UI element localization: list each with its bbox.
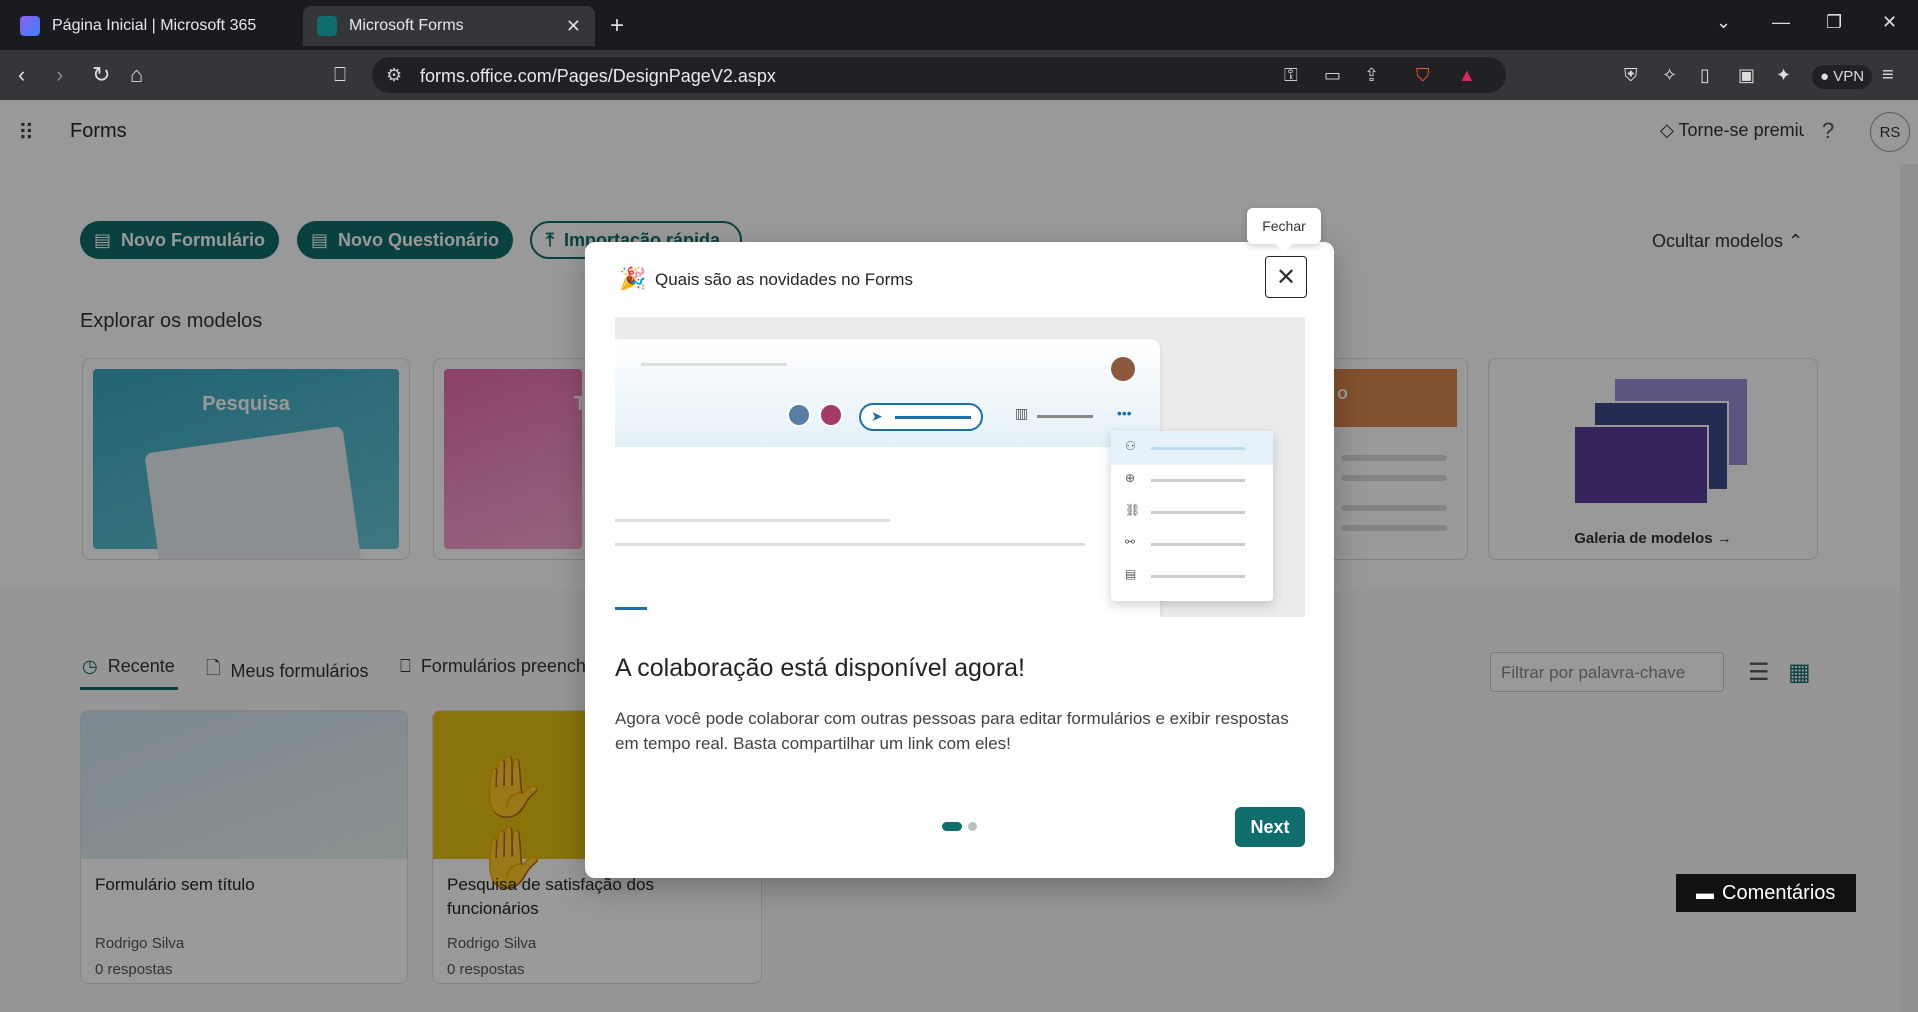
- browser-toolbar: ‹ › ↻ ⌂ ⎕ ⚙ forms.office.com/Pages/Desig…: [0, 50, 1918, 100]
- browser-tab-bar: Página Inicial | Microsoft 365 Microsoft…: [0, 0, 1918, 50]
- placeholder-line: [1151, 511, 1245, 514]
- collaboration-illustration: ➤ ▥ ••• ⚇ ⊕ ⛓ ⚯ ▤: [615, 317, 1305, 617]
- ublock-icon[interactable]: ⛨: [1624, 63, 1638, 87]
- leo-ai-icon[interactable]: ✦: [1776, 63, 1791, 87]
- people-icon: ⚇: [1125, 439, 1136, 453]
- comments-button[interactable]: ▬ Comentários: [1676, 874, 1856, 912]
- window-close-icon[interactable]: ✕: [1882, 12, 1897, 33]
- page-indicator: [942, 822, 977, 831]
- bookmark-icon[interactable]: ⎕: [334, 63, 346, 87]
- close-icon: ✕: [1275, 263, 1297, 291]
- placeholder-line: [1037, 415, 1093, 418]
- forward-icon[interactable]: ›: [56, 63, 63, 87]
- avatar-dot: [819, 403, 843, 427]
- password-key-icon[interactable]: ⚿: [1284, 65, 1298, 86]
- vpn-label: VPN: [1833, 68, 1865, 85]
- wallet-icon[interactable]: ▣: [1738, 63, 1755, 87]
- dialog-header: Quais são as novidades no Forms: [655, 270, 913, 289]
- restore-icon[interactable]: ❐: [1826, 12, 1842, 33]
- placeholder-line: [895, 416, 971, 419]
- placeholder-line: [1151, 575, 1245, 578]
- cast-icon[interactable]: ▭: [1324, 65, 1341, 86]
- share-icon[interactable]: ⇪: [1364, 65, 1379, 86]
- placeholder-line: [615, 519, 890, 522]
- extensions-icon[interactable]: ✧: [1662, 63, 1677, 87]
- template-icon: ▤: [1125, 567, 1137, 581]
- dialog-close-button[interactable]: ✕: [1265, 256, 1307, 298]
- placeholder-line: [615, 543, 1085, 546]
- party-popper-icon: 🎉: [619, 266, 647, 291]
- placeholder-line: [641, 363, 787, 366]
- mock-window: ➤ ▥ •••: [615, 339, 1160, 617]
- address-bar[interactable]: ⚙ forms.office.com/Pages/DesignPageV2.as…: [372, 57, 1506, 93]
- link-icon: ⛓: [1125, 503, 1141, 517]
- close-tab-icon[interactable]: ✕: [566, 16, 581, 37]
- sidebar-icon[interactable]: ▯: [1700, 63, 1710, 87]
- minimize-icon[interactable]: —: [1772, 12, 1790, 33]
- page-dot-active[interactable]: [942, 822, 962, 831]
- new-tab-icon[interactable]: +: [610, 12, 624, 40]
- back-icon[interactable]: ‹: [18, 63, 25, 87]
- m365-icon: [20, 16, 40, 36]
- mock-share-menu: ⚇ ⊕ ⛓ ⚯ ▤: [1111, 431, 1273, 601]
- whats-new-dialog: 🎉 Quais são as novidades no Forms ✕ ➤ ▥ …: [585, 242, 1334, 878]
- brave-rewards-icon[interactable]: ▲: [1458, 65, 1476, 86]
- next-button[interactable]: Next: [1235, 807, 1305, 847]
- dialog-body: Agora você pode colaborar com outras pes…: [615, 709, 1289, 753]
- home-icon[interactable]: ⌂: [130, 63, 143, 87]
- page-dot[interactable]: [968, 822, 977, 831]
- tab-title: Microsoft Forms: [349, 17, 464, 34]
- avatar-dot: [1111, 357, 1135, 381]
- menu-icon[interactable]: ≡: [1882, 63, 1894, 87]
- dialog-title: A colaboração está disponível agora!: [615, 654, 1025, 682]
- send-pill: ➤: [859, 403, 983, 431]
- tab-search-chevron-icon[interactable]: ⌄: [1716, 12, 1731, 33]
- collaborate-icon: ⚯: [1125, 535, 1136, 549]
- vpn-button[interactable]: ● VPN: [1812, 65, 1873, 89]
- brave-shields-icon[interactable]: ⛉: [1416, 65, 1430, 86]
- reload-icon[interactable]: ↻: [92, 63, 110, 87]
- forms-icon: [317, 16, 337, 36]
- placeholder-line: [1151, 479, 1245, 482]
- browser-tab-m365[interactable]: Página Inicial | Microsoft 365: [6, 6, 296, 46]
- tab-title: Página Inicial | Microsoft 365: [52, 17, 257, 34]
- url-text: forms.office.com/Pages/DesignPageV2.aspx: [420, 66, 776, 86]
- chart-icon: ▥: [1015, 405, 1029, 421]
- globe-icon: ⊕: [1125, 471, 1136, 485]
- placeholder-line: [1151, 447, 1245, 450]
- comment-icon: ▬: [1696, 882, 1714, 903]
- send-icon: ➤: [871, 408, 883, 424]
- more-icon: •••: [1117, 405, 1132, 421]
- avatar-dot: [787, 403, 811, 427]
- comments-label: Comentários: [1722, 881, 1836, 904]
- placeholder-line: [615, 607, 647, 610]
- browser-tab-forms[interactable]: Microsoft Forms ✕: [303, 6, 595, 46]
- placeholder-line: [1151, 543, 1245, 546]
- close-tooltip: Fechar: [1247, 208, 1321, 244]
- site-settings-icon[interactable]: ⚙: [386, 65, 402, 86]
